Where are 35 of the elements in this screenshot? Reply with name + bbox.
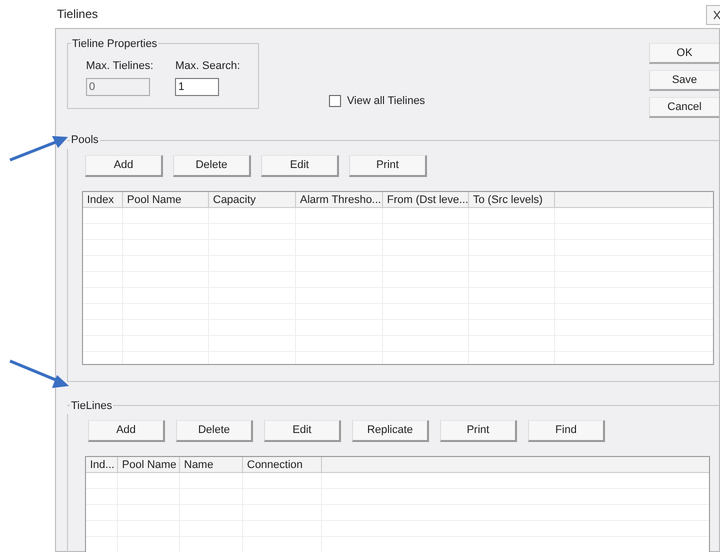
- toolbar-button[interactable]: Print: [349, 154, 427, 176]
- toolbar-button[interactable]: Delete: [176, 420, 253, 442]
- column-header[interactable]: Connection: [243, 457, 322, 472]
- toolbar-button[interactable]: Edit: [261, 154, 339, 176]
- group-title: Tieline Properties: [71, 36, 158, 52]
- toolbar-button[interactable]: Add: [85, 154, 163, 176]
- column-header[interactable]: Capacity: [209, 192, 296, 206]
- arrow-icon: [8, 358, 70, 390]
- toolbar-button[interactable]: Delete: [173, 154, 251, 176]
- arrow-icon: [8, 134, 70, 162]
- column-header[interactable]: From (Dst leve...: [383, 192, 469, 206]
- dialog-button[interactable]: Save: [649, 70, 719, 91]
- toolbar-button[interactable]: Find: [528, 420, 605, 442]
- toolbar-button[interactable]: Add: [88, 420, 165, 442]
- close-icon[interactable]: [706, 5, 720, 25]
- toolbar-button[interactable]: Print: [440, 420, 517, 442]
- field-label: Max. Tielines:: [86, 59, 154, 74]
- column-header[interactable]: Ind...: [86, 457, 118, 472]
- field-label: Max. Search:: [175, 59, 240, 74]
- column-header[interactable]: Pool Name: [118, 457, 180, 472]
- column-header[interactable]: Name: [180, 457, 243, 472]
- checkbox[interactable]: [329, 94, 341, 107]
- input-field[interactable]: 1: [175, 78, 220, 96]
- column-header[interactable]: To (Src levels): [469, 192, 555, 206]
- dialog-button[interactable]: Cancel: [649, 97, 719, 118]
- window-title: Tielines: [57, 6, 98, 23]
- group-title: Pools: [70, 133, 100, 148]
- column-header[interactable]: Pool Name: [123, 192, 209, 206]
- column-header[interactable]: Alarm Thresho...: [296, 192, 383, 206]
- dialog-button[interactable]: OK: [649, 43, 719, 64]
- toolbar-button[interactable]: Edit: [264, 420, 341, 442]
- checkbox-label: View all Tielines: [347, 94, 426, 108]
- column-header[interactable]: Index: [83, 192, 123, 206]
- toolbar-button[interactable]: Replicate: [352, 420, 429, 442]
- group-title: TieLines: [70, 398, 114, 414]
